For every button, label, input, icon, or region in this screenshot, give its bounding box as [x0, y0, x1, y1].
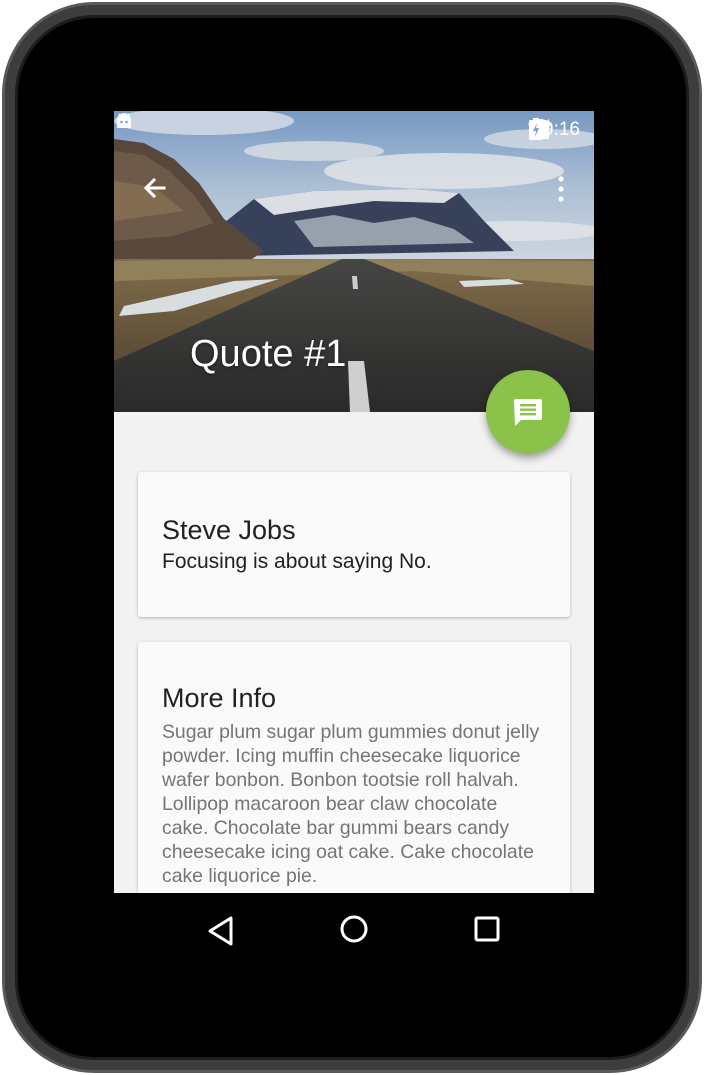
- arrow-back-icon: [143, 177, 166, 199]
- nav-recents-square-icon: [474, 916, 500, 942]
- quote-author: Steve Jobs: [162, 515, 296, 545]
- app-screen: 9:16 Quote #1 Steve Jobs Focusing is abo…: [114, 111, 594, 893]
- road-landscape-image: [114, 111, 594, 412]
- overflow-menu-button[interactable]: [548, 171, 574, 207]
- status-time: 9:16: [543, 119, 580, 140]
- nav-back-triangle-icon: [208, 916, 233, 946]
- quote-text: Focusing is about saying No.: [162, 550, 432, 573]
- page-title: Quote #1: [190, 333, 347, 375]
- nav-home-button[interactable]: [334, 911, 374, 951]
- system-nav-bar: [114, 893, 594, 965]
- header-image: 9:16 Quote #1: [114, 111, 594, 412]
- more-vert-icon: [558, 176, 564, 202]
- nav-recents-button[interactable]: [467, 911, 507, 951]
- more-info-card: More Info Sugar plum sugar plum gummies …: [138, 642, 570, 893]
- back-button[interactable]: [136, 171, 172, 207]
- android-notification-icon: [117, 113, 131, 128]
- nav-home-circle-icon: [340, 915, 368, 943]
- quote-card: Steve Jobs Focusing is about saying No.: [138, 472, 570, 617]
- nav-back-button[interactable]: [202, 911, 242, 951]
- more-info-body: Sugar plum sugar plum gummies donut jell…: [162, 721, 540, 887]
- comment-fab[interactable]: [486, 370, 570, 454]
- status-bar: 9:16: [114, 111, 594, 147]
- message-icon: [514, 399, 542, 426]
- more-info-title: More Info: [162, 683, 277, 713]
